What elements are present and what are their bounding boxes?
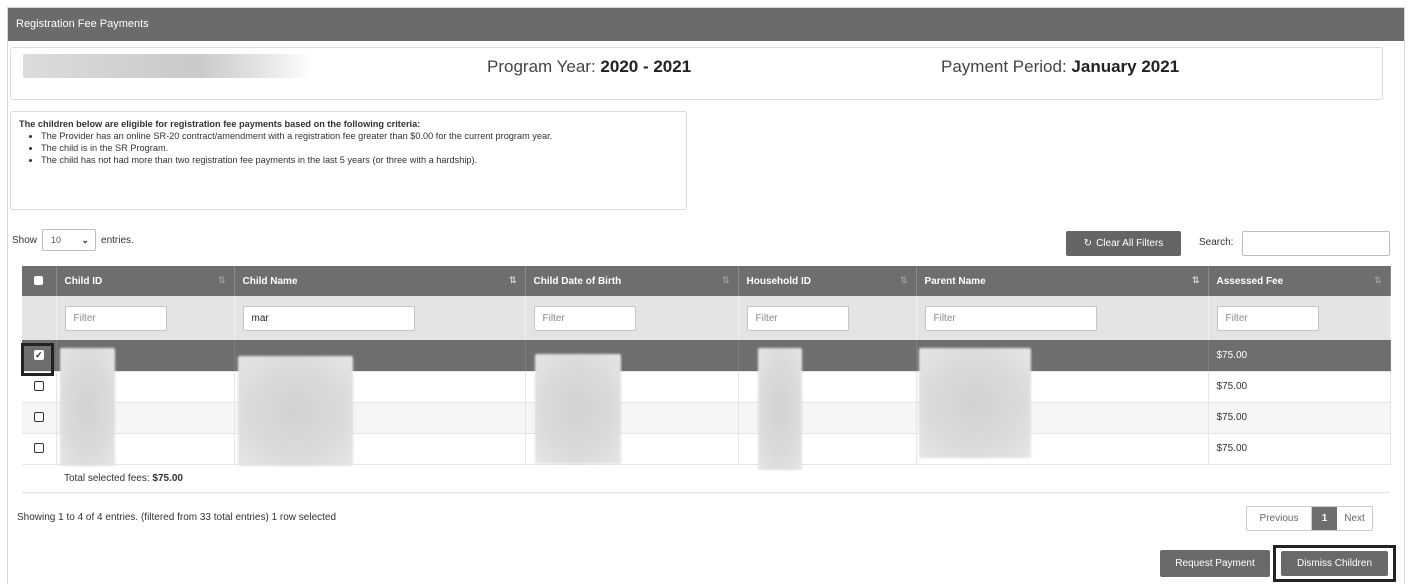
filter-cell: mar	[234, 296, 526, 340]
col-label: Child Date of Birth	[533, 275, 622, 287]
show-label: Show	[12, 234, 38, 246]
total-value: $75.00	[152, 472, 183, 484]
search-label: Search:	[1199, 237, 1234, 248]
table-row[interactable]: $75.00	[22, 402, 1391, 434]
col-label: Child Name	[242, 275, 298, 287]
criteria-item: The Provider has an online SR-20 contrac…	[41, 130, 678, 142]
filter-child-name[interactable]: mar	[242, 305, 415, 331]
cell-assessed-fee: $75.00	[1208, 371, 1391, 403]
payment-period-label: Payment Period:	[941, 57, 1067, 76]
entries-length-control: Show 10 ⌄ entries.	[12, 229, 134, 251]
table-row[interactable]: ✓ $75.00	[22, 340, 1391, 372]
criteria-list: The Provider has an online SR-20 contrac…	[19, 130, 678, 166]
filter-child-dob[interactable]: Filter	[533, 305, 636, 331]
filter-cell: Filter	[916, 296, 1209, 340]
row-select-cell	[22, 402, 57, 434]
entries-select-value: 10	[51, 235, 62, 245]
current-page-button[interactable]: 1	[1312, 507, 1337, 530]
table-row[interactable]: $75.00	[22, 371, 1391, 403]
select-all-checkbox[interactable]	[34, 276, 44, 286]
filter-cell	[22, 296, 57, 340]
refresh-icon: ↻	[1083, 238, 1093, 249]
row-checkbox[interactable]	[33, 412, 44, 423]
col-header-household-id[interactable]: Household ID ⇅	[738, 266, 917, 296]
program-year-value: 2020 - 2021	[600, 57, 692, 76]
dismiss-children-highlight: Dismiss Children	[1273, 545, 1396, 582]
chevron-down-icon: ⌄	[81, 234, 90, 245]
redacted-provider-name	[23, 54, 313, 78]
payment-period-value: January 2021	[1071, 57, 1180, 76]
col-header-assessed-fee[interactable]: Assessed Fee ⇅	[1208, 266, 1391, 296]
total-label: Total selected fees:	[64, 472, 150, 484]
filter-child-id[interactable]: Filter	[64, 305, 167, 331]
sort-icon: ⇅	[508, 275, 517, 285]
filter-cell: Filter	[738, 296, 917, 340]
table-row[interactable]: $75.00	[22, 433, 1391, 465]
request-payment-button[interactable]: Request Payment	[1160, 550, 1270, 577]
next-page-button[interactable]: Next	[1337, 507, 1372, 530]
entries-label: entries.	[101, 234, 134, 246]
dismiss-children-button[interactable]: Dismiss Children	[1281, 551, 1388, 576]
filter-parent-name[interactable]: Filter	[924, 305, 1097, 331]
previous-page-button[interactable]: Previous	[1247, 507, 1312, 530]
clear-all-filters-label: Clear All Filters	[1096, 238, 1164, 249]
col-label: Parent Name	[924, 275, 986, 287]
col-header-child-dob[interactable]: Child Date of Birth ⇅	[525, 266, 739, 296]
total-selected-fees: Total selected fees: $75.00	[56, 464, 1390, 493]
redacted-parent-names	[919, 348, 1031, 458]
col-label: Assessed Fee	[1216, 275, 1284, 287]
pagination: Previous 1 Next	[1246, 506, 1373, 531]
filter-cell: Filter	[56, 296, 235, 340]
col-header-child-name[interactable]: Child Name ⇅	[234, 266, 526, 296]
filter-row: Filter mar Filter Filter Filter Filter	[22, 296, 1391, 340]
filter-cell: Filter	[525, 296, 739, 340]
panel-title: Registration Fee Payments	[8, 8, 1404, 41]
filter-assessed-fee[interactable]: Filter	[1216, 305, 1319, 331]
filter-household-id[interactable]: Filter	[746, 305, 849, 331]
eligibility-criteria: The children below are eligible for regi…	[10, 111, 687, 210]
col-label: Household ID	[746, 275, 811, 287]
cell-assessed-fee: $75.00	[1208, 340, 1391, 372]
col-label: Child ID	[64, 275, 103, 287]
row-checkbox[interactable]	[33, 443, 44, 454]
table-info: Showing 1 to 4 of 4 entries. (filtered f…	[17, 512, 337, 523]
col-header-child-id[interactable]: Child ID ⇅	[56, 266, 235, 296]
payment-period: Payment Period: January 2021	[941, 57, 1179, 77]
period-info-box: Program Year: 2020 - 2021 Payment Period…	[10, 47, 1383, 100]
redacted-child-names	[238, 356, 353, 466]
search-input[interactable]	[1242, 231, 1390, 256]
program-year: Program Year: 2020 - 2021	[487, 57, 691, 77]
sort-icon: ⇅	[721, 275, 730, 285]
row-checkbox[interactable]	[33, 381, 44, 392]
filter-cell: Filter	[1208, 296, 1391, 340]
redacted-birth-dates	[535, 354, 621, 464]
select-all-header	[22, 266, 57, 296]
sort-icon: ⇅	[217, 275, 226, 285]
clear-all-filters-button[interactable]: ↻ Clear All Filters	[1066, 231, 1181, 256]
sort-icon: ⇅	[899, 275, 908, 285]
selected-checkbox-highlight	[21, 343, 54, 376]
redacted-child-ids	[60, 348, 115, 466]
criteria-item: The child is in the SR Program.	[41, 142, 678, 154]
total-row: Total selected fees: $75.00	[22, 464, 1390, 493]
program-year-label: Program Year:	[487, 57, 596, 76]
cell-assessed-fee: $75.00	[1208, 402, 1391, 434]
row-select-cell	[22, 433, 57, 465]
children-table: Child ID ⇅ Child Name ⇅ Child Date of Birt…	[22, 266, 1391, 493]
total-spacer	[22, 464, 56, 493]
criteria-lead: The children below are eligible for regi…	[19, 119, 421, 129]
col-header-parent-name[interactable]: Parent Name ⇅	[916, 266, 1209, 296]
cell-assessed-fee: $75.00	[1208, 433, 1391, 465]
redacted-household-ids	[758, 348, 802, 470]
criteria-item: The child has not had more than two regi…	[41, 154, 678, 166]
sort-icon: ⇅	[1191, 275, 1200, 285]
entries-select[interactable]: 10 ⌄	[42, 229, 97, 251]
sort-icon: ⇅	[1373, 275, 1382, 285]
